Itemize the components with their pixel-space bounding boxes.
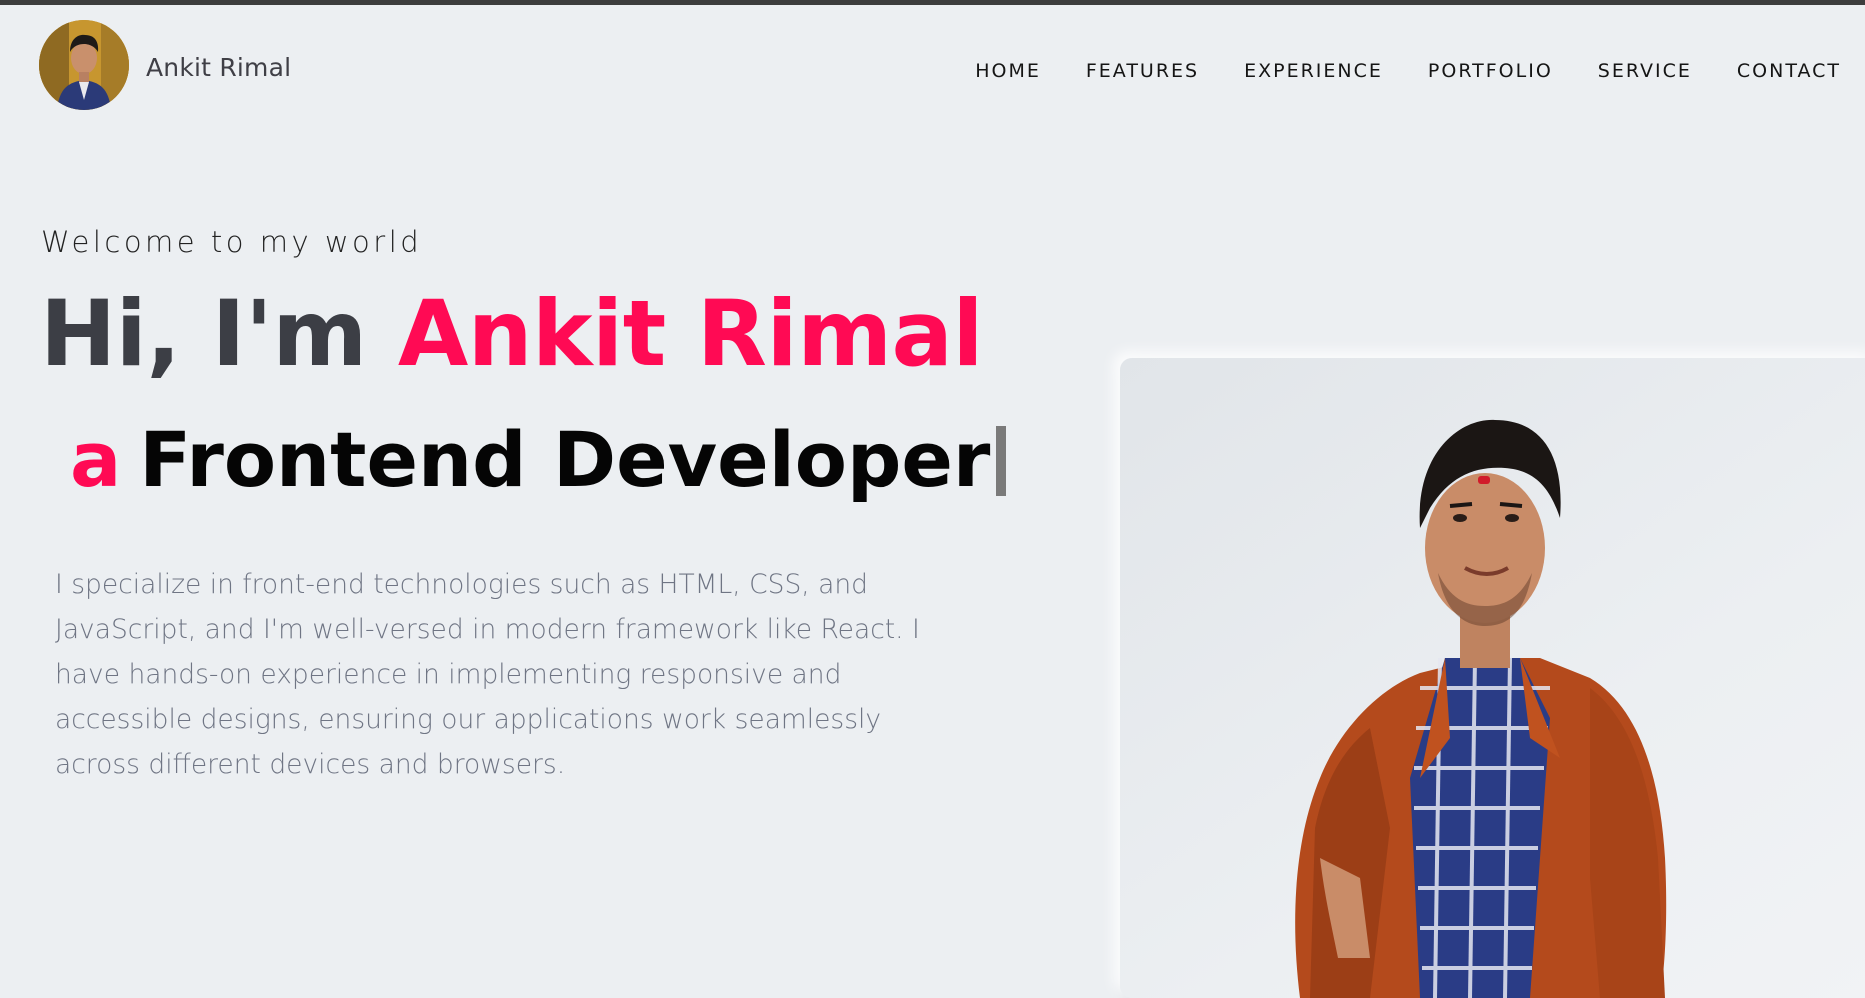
brand-name[interactable]: Ankit Rimal [146,53,291,82]
hero-title: Hi, I'm Ankit Rimal [40,280,984,390]
nav-features[interactable]: FEATURES [1086,60,1199,82]
site-header: Ankit Rimal HOME FEATURES EXPERIENCE POR… [0,5,1865,135]
main-nav: HOME FEATURES EXPERIENCE PORTFOLIO SERVI… [930,60,1841,82]
nav-home[interactable]: HOME [975,60,1041,82]
portrait-photo-icon [1295,419,1667,998]
avatar[interactable] [39,20,129,110]
role-text: Frontend Developer [139,415,991,504]
hero-greeting: Hi, I'm [40,282,398,387]
typing-cursor [996,426,1007,496]
avatar-photo-icon [39,20,129,110]
nav-experience[interactable]: EXPERIENCE [1244,60,1383,82]
nav-contact[interactable]: CONTACT [1737,60,1841,82]
hero-bio: I specialize in front-end technologies s… [55,569,920,780]
welcome-text: Welcome to my world [41,225,423,259]
hero-role: a Frontend Developer [70,415,1007,505]
nav-service[interactable]: SERVICE [1598,60,1692,82]
nav-portfolio[interactable]: PORTFOLIO [1428,60,1553,82]
hero-photo-card [1120,358,1865,998]
role-article: a [70,415,122,504]
hero-name: Ankit Rimal [397,282,984,387]
